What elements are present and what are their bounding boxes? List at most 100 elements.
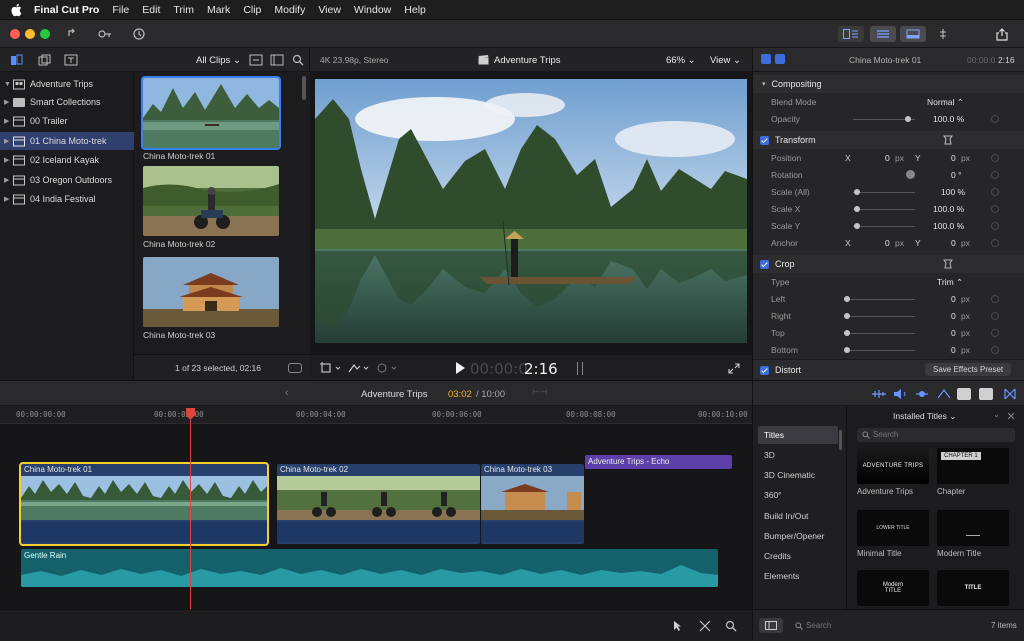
categories-scrollbar[interactable] [839, 430, 842, 450]
keyframe-button[interactable] [991, 115, 999, 123]
layout-inspector-toggle[interactable] [900, 26, 926, 42]
effects-browser-button[interactable] [979, 388, 993, 400]
share-icon[interactable] [994, 26, 1010, 42]
timeline-back-icon[interactable]: ‹ [285, 387, 289, 399]
view-menu[interactable]: View ⌄ [710, 55, 741, 66]
crop-right-value[interactable]: 0 [951, 311, 956, 321]
category-elements[interactable]: Elements [758, 567, 838, 585]
timeline[interactable]: Adventure Trips - Echo China Moto-trek 0… [0, 420, 752, 609]
library-adventure-trips[interactable]: ▼ Adventure Trips [0, 75, 134, 93]
timeline-forward-icon[interactable]: ⊢⊣ [532, 387, 548, 398]
clip-image[interactable] [143, 166, 279, 236]
keyframe-button[interactable] [991, 312, 999, 320]
menu-view[interactable]: View [318, 4, 341, 16]
crop-top-slider-track[interactable] [845, 333, 915, 334]
crop-bottom-value[interactable]: 0 [951, 345, 956, 355]
distort-checkbox[interactable] [760, 365, 769, 375]
category-3d[interactable]: 3D [758, 446, 838, 464]
timeline-ruler[interactable]: 00:00:00:00 00:00:02:00 00:00:04:00 00:0… [0, 406, 752, 424]
clip-thumbnail-02[interactable]: China Moto-trek 02 [143, 166, 279, 249]
clip-height-toggle[interactable] [288, 363, 302, 373]
menu-mark[interactable]: Mark [207, 4, 230, 16]
event-00-trailer[interactable]: ▶ 00 Trailer [0, 112, 134, 130]
keyframe-button[interactable] [991, 188, 999, 196]
titles-search-field[interactable]: Search [857, 428, 1015, 442]
scale-y-value[interactable]: 100.0 % [933, 221, 964, 231]
title-tile-modern[interactable]: Modern TITLE [857, 570, 929, 606]
transitions-browser-icon[interactable] [1003, 387, 1017, 401]
solo-icon[interactable] [915, 389, 929, 399]
clip-image[interactable] [143, 257, 279, 327]
color-inspector-tab[interactable] [775, 54, 785, 64]
keyframe-button[interactable] [991, 205, 999, 213]
trim-tool-icon[interactable] [699, 620, 711, 632]
background-tasks-icon[interactable] [130, 26, 148, 42]
grid-menu-icon[interactable]: ⌄ [993, 410, 1000, 419]
audio-enhance-icon[interactable] [871, 389, 887, 399]
opacity-value[interactable]: 100.0 % [933, 114, 964, 124]
title-tile-adventure-trips[interactable]: ADVENTURE TRIPS Adventure Trips [857, 448, 929, 496]
category-build-in-out[interactable]: Build In/Out [758, 507, 838, 525]
library-smart-collections[interactable]: ▶ Smart Collections [0, 93, 134, 111]
event-04-india-festival[interactable]: ▶ 04 India Festival [0, 190, 134, 208]
timeline-clip-01[interactable]: China Moto-trek 01 [19, 462, 269, 546]
installed-titles-menu[interactable]: Installed Titles ⌄ [893, 411, 956, 422]
sidebar-toggle-button[interactable] [759, 618, 783, 633]
filmstrip-view-icon[interactable] [270, 54, 284, 66]
rotation-dial[interactable] [906, 170, 915, 179]
onscreen-controls-icon[interactable] [943, 259, 953, 269]
transform-tool-icon[interactable] [320, 362, 340, 374]
scale-all-slider-knob[interactable] [854, 189, 860, 195]
retime-icon[interactable] [376, 362, 398, 374]
close-window-button[interactable] [10, 29, 20, 39]
keyframe-button[interactable] [991, 171, 999, 179]
crop-top-slider-knob[interactable] [844, 330, 850, 336]
crop-right-slider-track[interactable] [845, 316, 915, 317]
scale-x-slider-track[interactable] [853, 209, 915, 210]
disclosure-icon[interactable]: ▶ [4, 156, 13, 164]
category-credits[interactable]: Credits [758, 547, 838, 565]
position-y-value[interactable]: 0 [951, 153, 956, 163]
clips-filter-menu[interactable]: All Clips ⌄ [196, 55, 241, 66]
title-thumbnail[interactable]: ADVENTURE TRIPS [857, 448, 929, 484]
clips-scrollbar[interactable] [302, 76, 306, 100]
enhancements-icon[interactable] [348, 362, 370, 374]
disclosure-icon[interactable]: ▶ [4, 176, 13, 184]
playhead[interactable] [190, 420, 191, 609]
title-clip[interactable]: Adventure Trips - Echo [585, 455, 732, 469]
title-tile-chapter[interactable]: CHAPTER 1 Chapter [937, 448, 1009, 496]
save-effects-preset-button[interactable]: Save Effects Preset [925, 363, 1012, 376]
keyframe-button[interactable] [991, 154, 999, 162]
crop-top-value[interactable]: 0 [951, 328, 956, 338]
audio-skimming-icon[interactable] [893, 389, 909, 399]
menu-help[interactable]: Help [404, 4, 426, 16]
scale-y-slider-track[interactable] [853, 226, 915, 227]
clip-thumbnail-01[interactable]: China Moto-trek 01 [141, 76, 281, 161]
position-x-value[interactable]: 0 [885, 153, 890, 163]
scale-all-slider-track[interactable] [853, 192, 915, 193]
title-tile-title[interactable]: TITLE [937, 570, 1009, 606]
transform-checkbox[interactable] [760, 135, 769, 145]
timeline-clip-03[interactable]: China Moto-trek 03 [481, 464, 584, 544]
crop-bottom-slider-knob[interactable] [844, 347, 850, 353]
clip-image[interactable] [141, 76, 281, 150]
crop-right-slider-knob[interactable] [844, 313, 850, 319]
scale-x-slider-knob[interactable] [854, 206, 860, 212]
crop-bottom-slider-track[interactable] [845, 350, 915, 351]
chevron-down-icon[interactable]: ▾ [762, 80, 766, 88]
title-thumbnail[interactable] [937, 510, 1009, 546]
category-3d-cinematic[interactable]: 3D Cinematic [758, 466, 838, 484]
scale-all-value[interactable]: 100 % [941, 187, 965, 197]
category-bumper-opener[interactable]: Bumper/Opener [758, 527, 838, 545]
crop-type-popup[interactable]: Trim ⌃ [937, 277, 963, 288]
onscreen-controls-icon[interactable] [943, 135, 953, 145]
disclosure-icon[interactable]: ▼ [4, 81, 13, 88]
play-icon[interactable] [455, 362, 465, 374]
disclosure-icon[interactable]: ▶ [4, 195, 13, 203]
menu-file[interactable]: File [112, 4, 129, 16]
menu-clip[interactable]: Clip [243, 4, 261, 16]
keyframe-button[interactable] [991, 329, 999, 337]
disclosure-icon[interactable]: ▶ [4, 137, 13, 145]
menu-modify[interactable]: Modify [274, 4, 305, 16]
disclosure-icon[interactable]: ▶ [4, 98, 13, 106]
